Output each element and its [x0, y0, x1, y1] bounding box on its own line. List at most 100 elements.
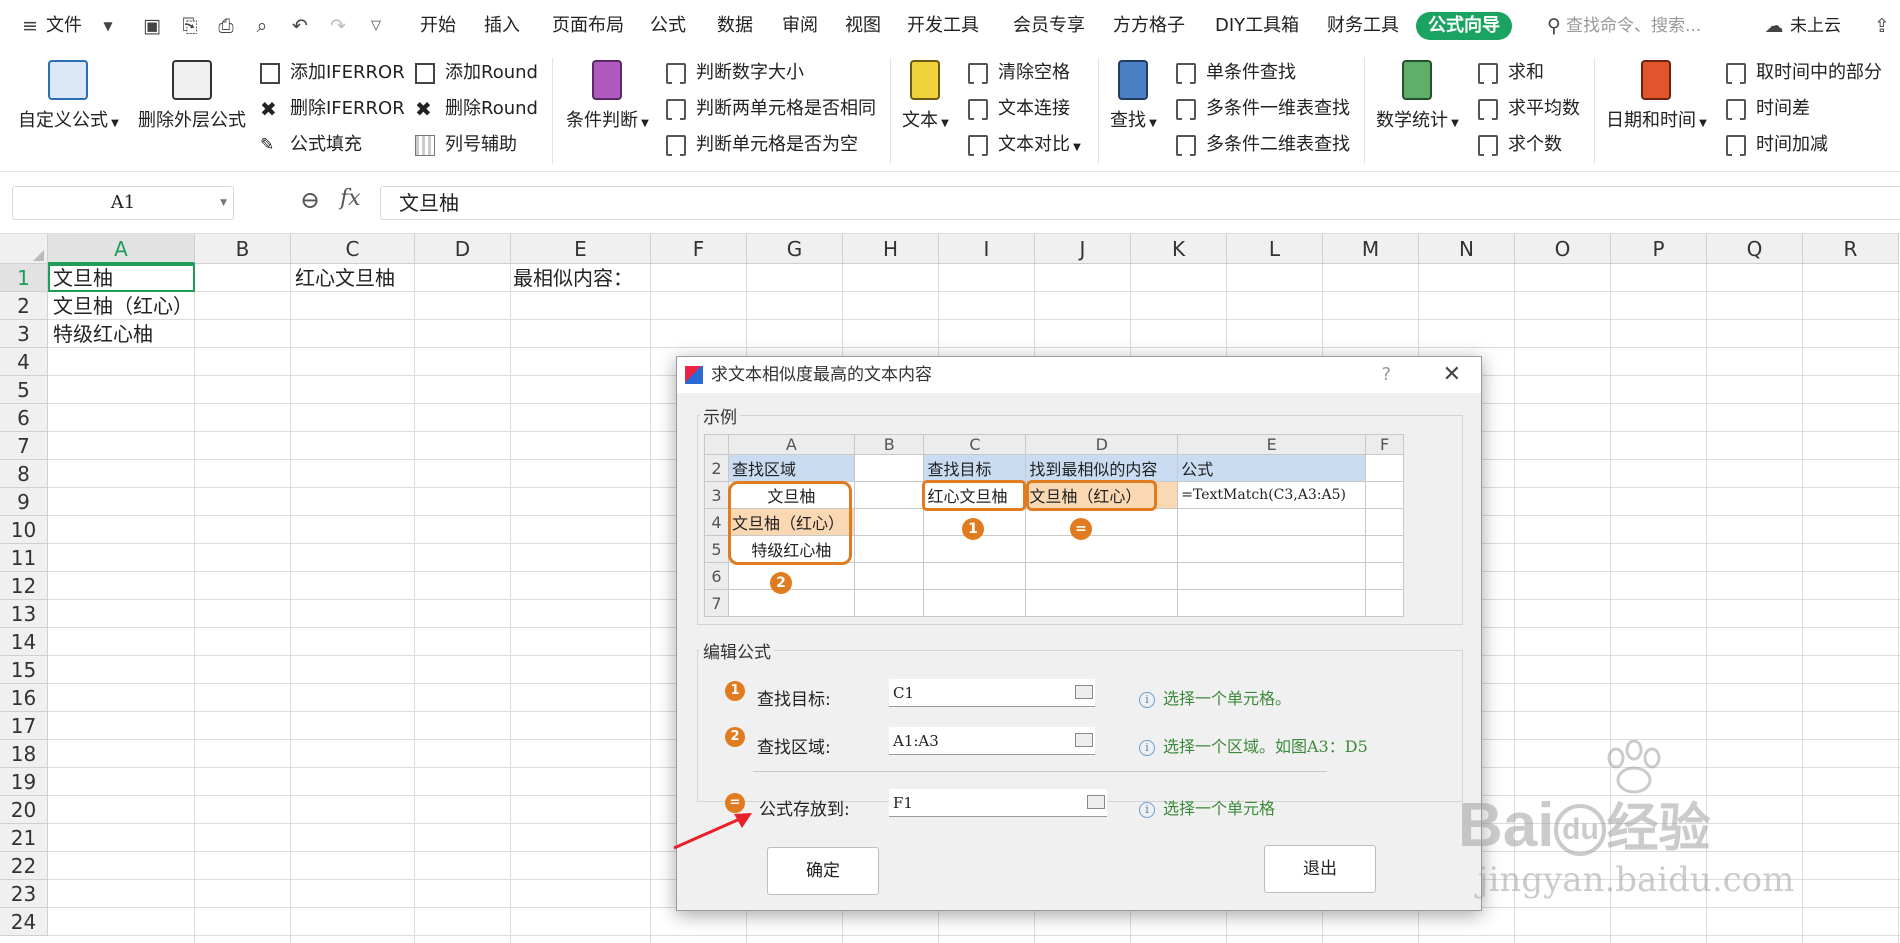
tab-5[interactable]: 审阅: [782, 14, 818, 38]
text-join-button[interactable]: 文本连接: [968, 94, 1070, 124]
undo-icon[interactable]: ↶: [288, 14, 312, 38]
row-header[interactable]: 4: [0, 348, 48, 376]
judge-number-size-button[interactable]: 判断数字大小: [666, 58, 804, 88]
row-header[interactable]: 7: [0, 432, 48, 460]
text-compare-button[interactable]: 文本对比 ▼: [968, 130, 1081, 160]
column-header[interactable]: F: [651, 234, 747, 264]
target-input[interactable]: C1: [889, 679, 1095, 707]
row-header[interactable]: 9: [0, 488, 48, 516]
multi-condition-1d-find-button[interactable]: 多条件一维表查找: [1176, 94, 1350, 124]
close-icon[interactable]: ✕: [1443, 357, 1461, 393]
row-header[interactable]: 6: [0, 404, 48, 432]
add-round-button[interactable]: 添加Round: [415, 58, 538, 88]
column-header[interactable]: C: [291, 234, 415, 264]
multi-condition-2d-find-button[interactable]: 多条件二维表查找: [1176, 130, 1350, 160]
row-header[interactable]: 19: [0, 768, 48, 796]
cloud-status[interactable]: 未上云: [1790, 14, 1841, 38]
tab-12[interactable]: 公式向导: [1416, 12, 1512, 40]
text-menu-button[interactable]: 文本 ▼: [902, 60, 949, 132]
row-header[interactable]: 8: [0, 460, 48, 488]
column-header[interactable]: E: [511, 234, 651, 264]
column-header[interactable]: H: [843, 234, 939, 264]
delete-iferror-button[interactable]: ✖ 删除IFERROR: [260, 94, 405, 124]
cell-e1[interactable]: 最相似内容：: [508, 265, 633, 292]
tab-7[interactable]: 开发工具: [907, 14, 979, 38]
ok-button[interactable]: 确定: [767, 847, 879, 895]
row-header[interactable]: 24: [0, 908, 48, 936]
sum-button[interactable]: 求和: [1478, 58, 1544, 88]
time-diff-button[interactable]: 时间差: [1726, 94, 1810, 124]
range-picker-icon[interactable]: [1075, 733, 1093, 747]
share-icon[interactable]: ⇪: [1870, 14, 1894, 38]
date-time-button[interactable]: 日期和时间 ▼: [1606, 60, 1707, 132]
column-header[interactable]: J: [1035, 234, 1131, 264]
column-header[interactable]: O: [1515, 234, 1611, 264]
tab-4[interactable]: 数据: [717, 14, 753, 38]
custom-formula-button[interactable]: 自定义公式 ▼: [18, 60, 119, 132]
column-header[interactable]: R: [1803, 234, 1899, 264]
clear-spaces-button[interactable]: 清除空格: [968, 58, 1070, 88]
print-preview-icon[interactable]: ⌕: [250, 14, 274, 38]
tab-6[interactable]: 视图: [845, 14, 881, 38]
export-pdf-icon[interactable]: ⎘: [178, 14, 202, 38]
judge-cell-empty-button[interactable]: 判断单元格是否为空: [666, 130, 858, 160]
save-icon[interactable]: ▣: [140, 14, 164, 38]
row-header[interactable]: 5: [0, 376, 48, 404]
time-part-button[interactable]: 取时间中的部分: [1726, 58, 1882, 88]
cell-a3[interactable]: 特级红心柚: [48, 321, 153, 348]
select-all-corner[interactable]: [0, 234, 48, 264]
range-picker-icon[interactable]: [1075, 685, 1093, 699]
row-header[interactable]: 2: [0, 292, 48, 320]
file-menu[interactable]: 文件: [46, 14, 82, 38]
single-condition-find-button[interactable]: 单条件查找: [1176, 58, 1296, 88]
tab-2[interactable]: 页面布局: [552, 14, 624, 38]
column-header[interactable]: A: [48, 234, 195, 264]
column-header[interactable]: M: [1323, 234, 1419, 264]
column-header[interactable]: G: [747, 234, 843, 264]
column-header[interactable]: N: [1419, 234, 1515, 264]
hamburger-menu-icon[interactable]: ≡: [18, 14, 42, 38]
column-header[interactable]: K: [1131, 234, 1227, 264]
row-header[interactable]: 17: [0, 712, 48, 740]
row-header[interactable]: 21: [0, 824, 48, 852]
add-iferror-button[interactable]: 添加IFERROR: [260, 58, 405, 88]
tab-1[interactable]: 插入: [484, 14, 520, 38]
row-header[interactable]: 13: [0, 600, 48, 628]
cell-c1[interactable]: 红心文旦柚: [290, 265, 395, 292]
command-search-input[interactable]: 查找命令、搜索...: [1566, 14, 1701, 38]
tab-10[interactable]: DIY工具箱: [1215, 14, 1299, 38]
average-button[interactable]: 求平均数: [1478, 94, 1580, 124]
time-add-button[interactable]: 时间加减: [1726, 130, 1828, 160]
zoom-icon[interactable]: ⊖: [300, 186, 320, 214]
formula-input[interactable]: 文旦柚: [380, 186, 1900, 220]
tab-3[interactable]: 公式: [650, 14, 686, 38]
row-header[interactable]: 18: [0, 740, 48, 768]
delete-outer-formula-button[interactable]: 删除外层公式: [138, 60, 246, 132]
row-header[interactable]: 22: [0, 852, 48, 880]
tab-8[interactable]: 会员专享: [1013, 14, 1085, 38]
chevron-down-icon[interactable]: ▼: [96, 14, 120, 38]
row-header[interactable]: 1: [0, 264, 48, 292]
chevron-down-icon[interactable]: ▼: [220, 187, 227, 219]
row-header[interactable]: 3: [0, 320, 48, 348]
range-picker-icon[interactable]: [1087, 795, 1105, 809]
column-header[interactable]: D: [415, 234, 511, 264]
tab-9[interactable]: 方方格子: [1113, 14, 1185, 38]
row-header[interactable]: 12: [0, 572, 48, 600]
exit-button[interactable]: 退出: [1264, 845, 1376, 893]
row-header[interactable]: 10: [0, 516, 48, 544]
cell-a2[interactable]: 文旦柚（红心）: [48, 293, 193, 320]
formula-fill-button[interactable]: ✎ 公式填充: [260, 130, 362, 160]
row-header[interactable]: 23: [0, 880, 48, 908]
math-stats-button[interactable]: 数学统计 ▼: [1376, 60, 1459, 132]
row-header[interactable]: 11: [0, 544, 48, 572]
condition-judge-button[interactable]: 条件判断 ▼: [566, 60, 649, 132]
find-menu-button[interactable]: 查找 ▼: [1110, 60, 1157, 132]
row-header[interactable]: 14: [0, 628, 48, 656]
more-chevron-icon[interactable]: ▽: [364, 14, 388, 38]
column-header[interactable]: I: [939, 234, 1035, 264]
fx-icon[interactable]: fx: [340, 186, 361, 211]
row-header[interactable]: 16: [0, 684, 48, 712]
tab-11[interactable]: 财务工具: [1327, 14, 1399, 38]
delete-round-button[interactable]: ✖ 删除Round: [415, 94, 538, 124]
